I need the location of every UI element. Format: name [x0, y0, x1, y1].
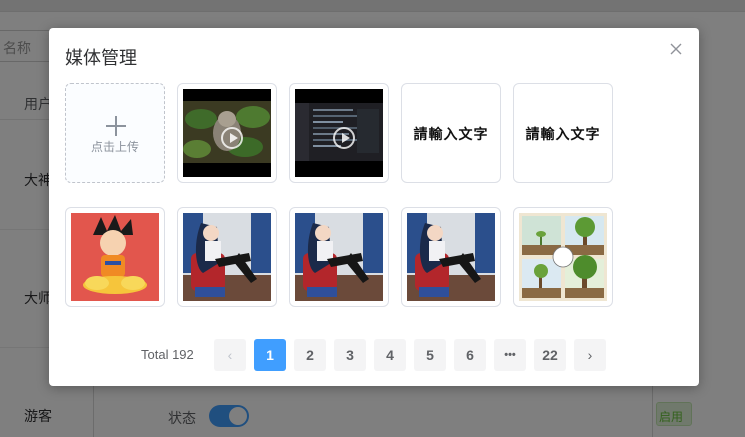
close-icon[interactable] [668, 41, 684, 57]
media-item-image[interactable] [401, 207, 501, 307]
play-icon [221, 127, 243, 149]
page-button-22[interactable]: 22 [534, 339, 566, 371]
text-image-label: 請輸入文字 [525, 126, 601, 142]
media-item-image[interactable]: 請輸入文字 [401, 83, 501, 183]
media-item-image[interactable] [65, 207, 165, 307]
media-item-video[interactable] [289, 83, 389, 183]
media-item-video[interactable] [177, 83, 277, 183]
media-item-image[interactable] [289, 207, 389, 307]
page-button-4[interactable]: 4 [374, 339, 406, 371]
prev-page-button[interactable]: ‹ [214, 339, 246, 371]
page-button-5[interactable]: 5 [414, 339, 446, 371]
media-item-image[interactable] [513, 207, 613, 307]
page-button-2[interactable]: 2 [294, 339, 326, 371]
media-item-image[interactable]: 請輸入文字 [513, 83, 613, 183]
video-thumbnail [183, 89, 271, 177]
anime-girl-chair-image [295, 213, 383, 301]
video-thumbnail [295, 89, 383, 177]
anime-girl-chair-image [407, 213, 495, 301]
page-button-1[interactable]: 1 [254, 339, 286, 371]
upload-label: 点击上传 [90, 140, 139, 154]
media-item-image[interactable] [177, 207, 277, 307]
pagination-total: Total 192 [141, 347, 194, 362]
tree-growth-comic-image [519, 213, 607, 301]
text-image-label: 請輸入文字 [413, 126, 489, 142]
dialog-title: 媒体管理 [65, 48, 137, 68]
next-page-button[interactable]: › [574, 339, 606, 371]
page-button-6[interactable]: 6 [454, 339, 486, 371]
anime-girl-chair-image [183, 213, 271, 301]
play-icon [333, 127, 355, 149]
plus-icon [106, 116, 126, 136]
cartoon-boy-cloud-image [71, 213, 159, 301]
media-dialog: 媒体管理 点击上传 請輸入文字 請輸入文字 Total 192 ‹ 1 2 3 … [49, 28, 699, 386]
more-pages-button[interactable]: ••• [494, 339, 526, 371]
upload-button[interactable]: 点击上传 [65, 83, 165, 183]
page-button-3[interactable]: 3 [334, 339, 366, 371]
